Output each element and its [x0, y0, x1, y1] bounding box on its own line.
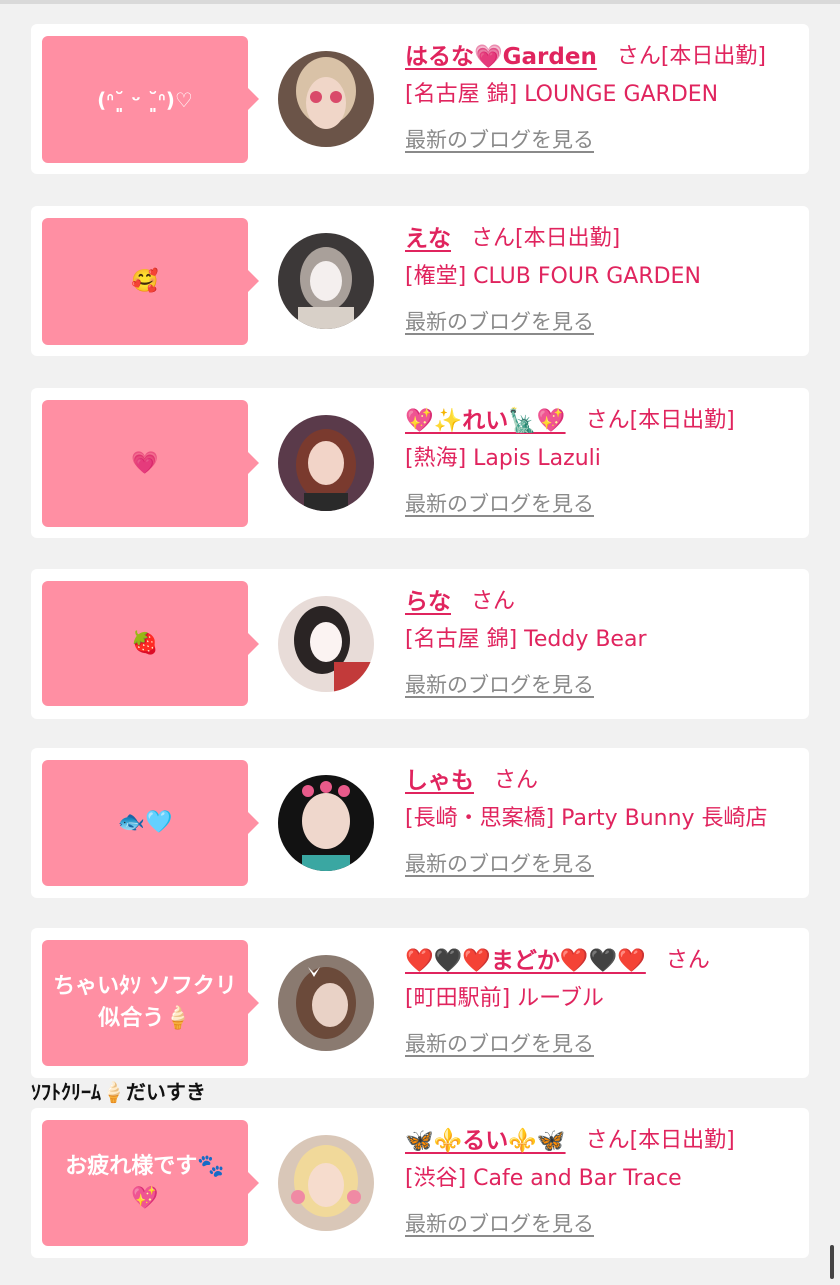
floating-caption: ｿﾌﾄｸﾘｰﾑ🍦だいすき — [31, 1080, 206, 1104]
message-text: (ᐢ˘͈ ᵕ ˘͈ᐢ)♡ — [97, 87, 193, 112]
message-bubble: ちゃいﾀｿ ソフクリ 似合う🍦 — [42, 940, 259, 1066]
latest-blog-link[interactable]: 最新のブログを見る — [405, 1028, 594, 1058]
honorific: さん — [665, 948, 710, 973]
latest-blog-link[interactable]: 最新のブログを見る — [405, 488, 594, 518]
message-bubble: (ᐢ˘͈ ᵕ ˘͈ᐢ)♡ — [42, 36, 259, 163]
shop-label: [町田駅前] ルーブル — [405, 986, 604, 1011]
latest-blog-link[interactable]: 最新のブログを見る — [405, 124, 594, 154]
cast-name-link[interactable]: 💖✨れい🗽💖 — [405, 401, 566, 435]
message-bubble: 🥰 — [42, 218, 259, 345]
shop-label: [長崎・思案橋] Party Bunny 長崎店 — [405, 806, 768, 831]
message-bubble: 🍓 — [42, 581, 259, 706]
cast-name-link[interactable]: しゃも — [405, 761, 474, 795]
latest-blog-link[interactable]: 最新のブログを見る — [405, 306, 594, 336]
cast-name-link[interactable]: えな — [405, 219, 451, 253]
avatar[interactable] — [278, 775, 374, 871]
avatar[interactable] — [278, 51, 374, 147]
cast-card: (ᐢ˘͈ ᵕ ˘͈ᐢ)♡ はるな💗Garden さん [本日出勤] [名古屋 錦]… — [31, 24, 809, 174]
status-badge: [本日出勤] — [515, 226, 621, 251]
cast-card: ちゃいﾀｿ ソフクリ 似合う🍦 ❤️🖤❤️まどか❤️🖤❤️ さん [町田駅前] … — [31, 928, 809, 1078]
message-text: ちゃいﾀｿ ソフクリ 似合う🍦 — [53, 974, 237, 1031]
message-bubble: 💗 — [42, 400, 259, 527]
message-text: 🥰 — [131, 268, 159, 294]
cast-name-link[interactable]: ❤️🖤❤️まどか❤️🖤❤️ — [405, 941, 646, 975]
scrollbar[interactable] — [830, 1245, 834, 1279]
cast-name-link[interactable]: らな — [405, 582, 451, 616]
message-text: お疲れ様です🐾 💖 — [65, 1154, 225, 1211]
cast-card: 🍓 らな さん [名古屋 錦] Teddy Bear 最新のブログを見る — [31, 569, 809, 719]
honorific: さん — [494, 768, 539, 793]
message-bubble: お疲れ様です🐾 💖 — [42, 1120, 259, 1246]
honorific: さん — [585, 1128, 630, 1153]
cast-card: 💗 💖✨れい🗽💖 さん [本日出勤] [熱海] Lapis Lazuli 最新のブ… — [31, 388, 809, 538]
shop-label: [権堂] CLUB FOUR GARDEN — [405, 264, 701, 289]
latest-blog-link[interactable]: 最新のブログを見る — [405, 1208, 594, 1238]
honorific: さん — [471, 589, 516, 614]
top-divider — [0, 0, 840, 4]
latest-blog-link[interactable]: 最新のブログを見る — [405, 669, 594, 699]
message-text: 💗 — [131, 450, 159, 476]
shop-label: [渋谷] Cafe and Bar Trace — [405, 1166, 682, 1191]
avatar[interactable] — [278, 596, 374, 692]
status-badge: [本日出勤] — [660, 44, 767, 69]
shop-label: [名古屋 錦] LOUNGE GARDEN — [405, 82, 719, 107]
cast-card: 🥰 えな さん [本日出勤] [権堂] CLUB FOUR GARDEN 最新のブ… — [31, 206, 809, 356]
cast-card: 🐟🩵 しゃも さん [長崎・思案橋] Party Bunny 長崎店 最新のブロ… — [31, 748, 809, 898]
avatar[interactable] — [278, 955, 374, 1051]
honorific: さん — [471, 226, 516, 251]
avatar[interactable] — [278, 1135, 374, 1231]
status-badge: [本日出勤] — [629, 408, 735, 433]
shop-label: [名古屋 錦] Teddy Bear — [405, 627, 647, 652]
shop-label: [熱海] Lapis Lazuli — [405, 446, 601, 471]
cast-name-link[interactable]: 🦋⚜️るい⚜️🦋 — [405, 1121, 566, 1155]
avatar[interactable] — [278, 415, 374, 511]
latest-blog-link[interactable]: 最新のブログを見る — [405, 848, 594, 878]
cast-card: お疲れ様です🐾 💖 🦋⚜️るい⚜️🦋 さん [本日出勤] [渋谷] Cafe an… — [31, 1108, 809, 1258]
cast-name-link[interactable]: はるな💗Garden — [405, 37, 597, 71]
message-bubble: 🐟🩵 — [42, 760, 259, 886]
avatar[interactable] — [278, 233, 374, 329]
status-badge: [本日出勤] — [629, 1128, 735, 1153]
message-text: 🍓 — [131, 630, 159, 656]
message-text: 🐟🩵 — [117, 810, 173, 835]
honorific: さん — [585, 408, 630, 433]
honorific: さん — [616, 44, 661, 69]
